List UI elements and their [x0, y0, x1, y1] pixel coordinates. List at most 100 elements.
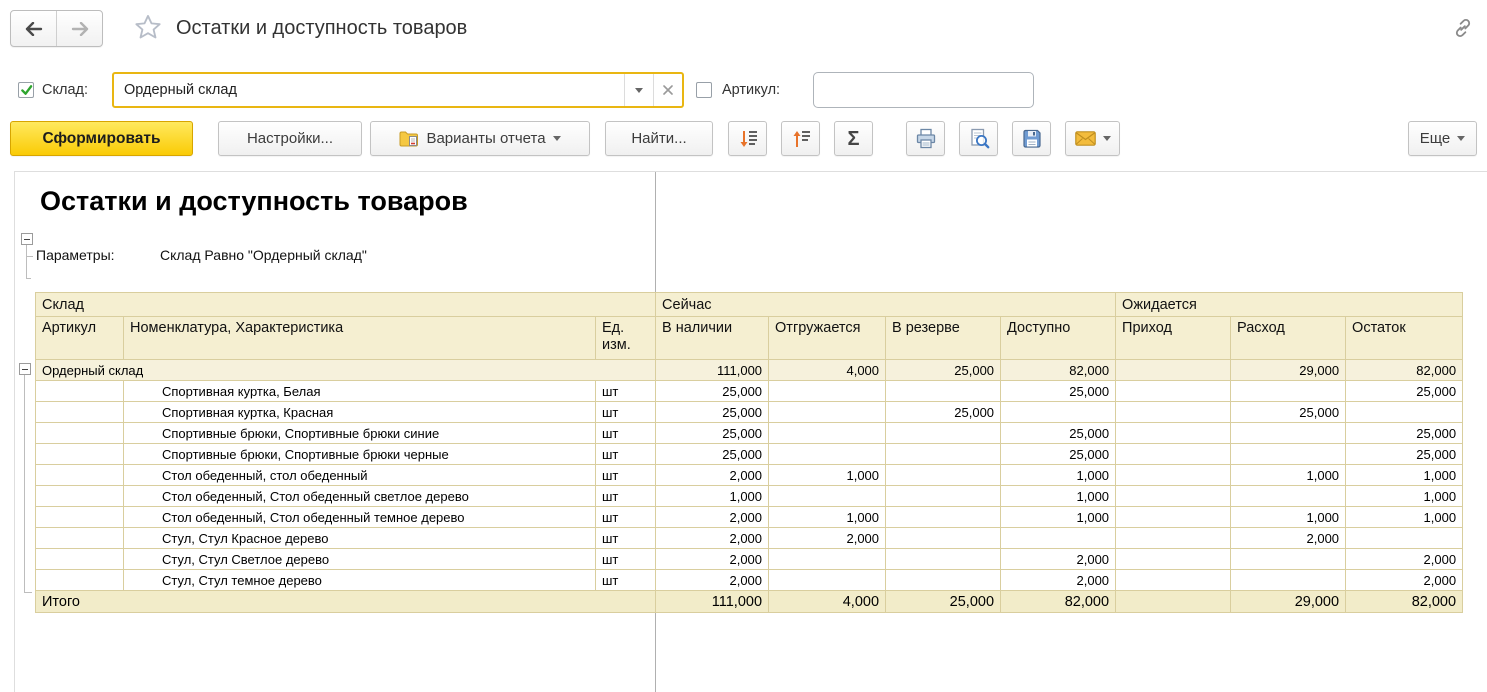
- back-button[interactable]: [11, 11, 56, 46]
- value-cell[interactable]: [886, 486, 1001, 507]
- value-cell[interactable]: 25,000: [1231, 402, 1346, 423]
- value-cell[interactable]: 2,000: [656, 549, 769, 570]
- value-cell[interactable]: 82,000: [1346, 591, 1463, 613]
- nomenclature-cell[interactable]: Стол обеденный, Стол обеденный светлое д…: [124, 486, 596, 507]
- forward-button[interactable]: [56, 11, 102, 46]
- unit-cell[interactable]: шт: [596, 528, 656, 549]
- value-cell[interactable]: [769, 570, 886, 591]
- artikul-cell[interactable]: [36, 486, 124, 507]
- total-label-cell[interactable]: Итого: [36, 591, 656, 613]
- value-cell[interactable]: [1116, 423, 1231, 444]
- value-cell[interactable]: 1,000: [1231, 507, 1346, 528]
- nomenclature-cell[interactable]: Спортивная куртка, Красная: [124, 402, 596, 423]
- value-cell[interactable]: [1116, 360, 1231, 381]
- collapse-groups-button[interactable]: [781, 121, 820, 156]
- sklad-checkbox[interactable]: [18, 82, 34, 98]
- value-cell[interactable]: [1346, 528, 1463, 549]
- value-cell[interactable]: 25,000: [656, 444, 769, 465]
- value-cell[interactable]: 29,000: [1231, 591, 1346, 613]
- value-cell[interactable]: 29,000: [1231, 360, 1346, 381]
- value-cell[interactable]: 2,000: [1001, 570, 1116, 591]
- value-cell[interactable]: 25,000: [656, 402, 769, 423]
- value-cell[interactable]: 111,000: [656, 591, 769, 613]
- value-cell[interactable]: [886, 507, 1001, 528]
- value-cell[interactable]: [1116, 570, 1231, 591]
- value-cell[interactable]: 25,000: [1346, 381, 1463, 402]
- artikul-cell[interactable]: [36, 465, 124, 486]
- unit-cell[interactable]: шт: [596, 465, 656, 486]
- unit-cell[interactable]: шт: [596, 444, 656, 465]
- value-cell[interactable]: [1116, 507, 1231, 528]
- value-cell[interactable]: 1,000: [1231, 465, 1346, 486]
- more-button[interactable]: Еще: [1408, 121, 1477, 156]
- value-cell[interactable]: 25,000: [1346, 444, 1463, 465]
- value-cell[interactable]: [769, 423, 886, 444]
- parameters-collapse-button[interactable]: [21, 233, 33, 245]
- value-cell[interactable]: 1,000: [1001, 507, 1116, 528]
- value-cell[interactable]: [886, 549, 1001, 570]
- value-cell[interactable]: [1116, 402, 1231, 423]
- value-cell[interactable]: [1001, 402, 1116, 423]
- value-cell[interactable]: 4,000: [769, 591, 886, 613]
- value-cell[interactable]: [886, 381, 1001, 402]
- totals-button[interactable]: Σ: [834, 121, 873, 156]
- find-button[interactable]: Найти...: [605, 121, 713, 156]
- artikul-cell[interactable]: [36, 507, 124, 528]
- value-cell[interactable]: 82,000: [1346, 360, 1463, 381]
- value-cell[interactable]: [886, 570, 1001, 591]
- value-cell[interactable]: [1231, 381, 1346, 402]
- value-cell[interactable]: [1116, 465, 1231, 486]
- value-cell[interactable]: [1116, 549, 1231, 570]
- unit-cell[interactable]: шт: [596, 507, 656, 528]
- artikul-cell[interactable]: [36, 528, 124, 549]
- unit-cell[interactable]: шт: [596, 549, 656, 570]
- value-cell[interactable]: 2,000: [1231, 528, 1346, 549]
- value-cell[interactable]: 25,000: [1001, 423, 1116, 444]
- nomenclature-cell[interactable]: Стул, Стул Красное дерево: [124, 528, 596, 549]
- value-cell[interactable]: 1,000: [1001, 486, 1116, 507]
- value-cell[interactable]: [769, 444, 886, 465]
- artikul-cell[interactable]: [36, 444, 124, 465]
- value-cell[interactable]: 1,000: [656, 486, 769, 507]
- value-cell[interactable]: 2,000: [656, 570, 769, 591]
- nomenclature-cell[interactable]: Стул, Стул темное дерево: [124, 570, 596, 591]
- value-cell[interactable]: 1,000: [769, 465, 886, 486]
- value-cell[interactable]: 2,000: [1001, 549, 1116, 570]
- artikul-cell[interactable]: [36, 423, 124, 444]
- sklad-clear-button[interactable]: [653, 74, 682, 106]
- save-button[interactable]: [1012, 121, 1051, 156]
- print-preview-button[interactable]: [959, 121, 998, 156]
- value-cell[interactable]: [1346, 402, 1463, 423]
- sklad-dropdown-button[interactable]: [624, 74, 653, 106]
- value-cell[interactable]: [1001, 528, 1116, 549]
- value-cell[interactable]: 82,000: [1001, 591, 1116, 613]
- value-cell[interactable]: 2,000: [656, 465, 769, 486]
- value-cell[interactable]: [1116, 486, 1231, 507]
- value-cell[interactable]: [769, 402, 886, 423]
- value-cell[interactable]: [769, 486, 886, 507]
- value-cell[interactable]: 25,000: [656, 381, 769, 402]
- value-cell[interactable]: 1,000: [769, 507, 886, 528]
- value-cell[interactable]: 2,000: [1346, 549, 1463, 570]
- group-collapse-button[interactable]: [19, 363, 31, 375]
- value-cell[interactable]: [1231, 549, 1346, 570]
- value-cell[interactable]: 2,000: [769, 528, 886, 549]
- unit-cell[interactable]: шт: [596, 381, 656, 402]
- nomenclature-cell[interactable]: Стул, Стул Светлое дерево: [124, 549, 596, 570]
- value-cell[interactable]: [769, 381, 886, 402]
- settings-button[interactable]: Настройки...: [218, 121, 362, 156]
- value-cell[interactable]: 111,000: [656, 360, 769, 381]
- nomenclature-cell[interactable]: Спортивные брюки, Спортивные брюки синие: [124, 423, 596, 444]
- artikul-cell[interactable]: [36, 570, 124, 591]
- value-cell[interactable]: 25,000: [886, 402, 1001, 423]
- value-cell[interactable]: 25,000: [1001, 444, 1116, 465]
- value-cell[interactable]: [1231, 486, 1346, 507]
- value-cell[interactable]: [886, 528, 1001, 549]
- value-cell[interactable]: [1231, 570, 1346, 591]
- value-cell[interactable]: 1,000: [1346, 507, 1463, 528]
- favorites-star-button[interactable]: [133, 12, 163, 42]
- mail-button[interactable]: [1065, 121, 1120, 156]
- value-cell[interactable]: [1231, 423, 1346, 444]
- artikul-input[interactable]: [814, 73, 1033, 107]
- value-cell[interactable]: [886, 465, 1001, 486]
